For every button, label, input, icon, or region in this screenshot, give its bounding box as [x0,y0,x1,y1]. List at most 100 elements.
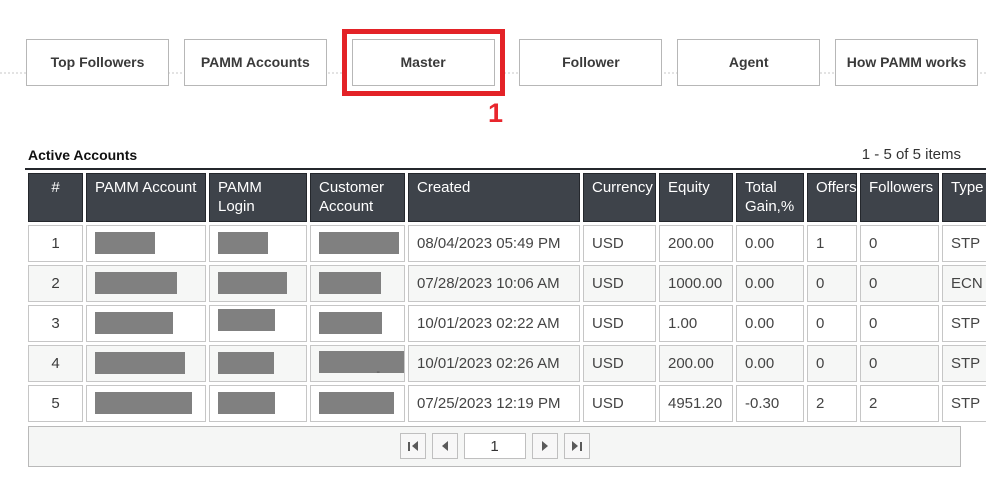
column-header-customer-account: Customer Account [310,173,405,222]
redacted-value [218,272,287,294]
cell-type: ECN [942,265,986,302]
header-row: # PAMM Account PAMM Login Customer Accou… [28,173,986,222]
pamm-tabs-bar: Top Followers PAMM Accounts Master Follo… [26,27,978,97]
tab-top-followers[interactable]: Top Followers [26,39,169,86]
redacted-value [218,392,275,414]
cell-customer-account [310,305,405,342]
cell-equity: 1.00 [659,305,733,342]
next-page-icon [542,441,548,451]
annotation-highlight-box: Master [342,29,505,96]
cell-currency: USD [583,265,656,302]
cell-equity: 200.00 [659,345,733,382]
column-header-followers: Followers [860,173,939,222]
cell-followers: 2 [860,385,939,422]
cell-equity: 4951.20 [659,385,733,422]
first-page-icon [408,442,410,451]
items-counter: 1 - 5 of 5 items [862,146,961,163]
cell-created: 07/25/2023 12:19 PM [408,385,580,422]
redacted-value [95,232,155,254]
cell-customer-account: - [310,345,405,382]
last-page-button[interactable] [564,433,590,459]
cell-currency: USD [583,345,656,382]
tab-pamm-accounts[interactable]: PAMM Accounts [184,39,327,86]
section-heading-row: Active Accounts 1 - 5 of 5 items [28,146,961,163]
cell-row-number: 2 [28,265,83,302]
cell-customer-account [310,385,405,422]
tab-follower[interactable]: Follower [519,39,662,86]
cell-pamm-login [209,265,307,302]
cell-offers: 2 [807,385,857,422]
active-accounts-table: # PAMM Account PAMM Login Customer Accou… [25,168,986,425]
cell-created: 08/04/2023 05:49 PM [408,225,580,262]
cell-currency: USD [583,385,656,422]
redacted-value [95,352,185,374]
table-row: 5 07/25/2023 12:19 PM USD 4951.20 -0.30 … [28,385,986,422]
table-row: 3 10/01/2023 02:22 AM USD 1.00 0.00 0 0 … [28,305,986,342]
column-header-pamm-account: PAMM Account [86,173,206,222]
section-title: Active Accounts [28,147,137,163]
table-row: 2 07/28/2023 10:06 AM USD 1000.00 0.00 0… [28,265,986,302]
cell-row-number: 1 [28,225,83,262]
cell-created: 10/01/2023 02:22 AM [408,305,580,342]
tab-how-pamm-works[interactable]: How PAMM works [835,39,978,86]
redacted-value [319,272,381,294]
table-row: 4 - 10/01/2023 02:26 AM USD 200.00 0.00 … [28,345,986,382]
redacted-value [218,309,275,331]
redacted-value [319,392,394,414]
cell-pamm-login [209,225,307,262]
redaction-residue: - [319,369,380,375]
table-body: 1 08/04/2023 05:49 PM USD 200.00 0.00 1 … [28,225,986,422]
redacted-value [319,232,399,254]
cell-customer-account [310,265,405,302]
cell-pamm-login [209,345,307,382]
previous-page-icon [442,441,448,451]
column-header-offers: Offers [807,173,857,222]
cell-currency: USD [583,225,656,262]
cell-followers: 0 [860,345,939,382]
column-header-type: Type [942,173,986,222]
annotation-step-number: 1 [488,98,503,129]
cell-total-gain: 0.00 [736,265,804,302]
column-header-number: # [28,173,83,222]
cell-customer-account [310,225,405,262]
column-header-total-gain: Total Gain,% [736,173,804,222]
cell-total-gain: 0.00 [736,225,804,262]
tab-agent[interactable]: Agent [677,39,820,86]
pager [400,433,590,459]
redacted-value [95,312,173,334]
redacted-value [218,232,268,254]
cell-pamm-account [86,225,206,262]
page-number-input[interactable] [464,433,526,459]
table-header: # PAMM Account PAMM Login Customer Accou… [28,173,986,222]
cell-equity: 200.00 [659,225,733,262]
cell-offers: 0 [807,305,857,342]
active-accounts-section: Active Accounts 1 - 5 of 5 items # PAMM … [28,146,961,467]
tab-master[interactable]: Master [352,39,495,86]
cell-equity: 1000.00 [659,265,733,302]
cell-pamm-login [209,305,307,342]
cell-pamm-account [86,345,206,382]
cell-offers: 1 [807,225,857,262]
redacted-value [95,272,177,294]
redacted-value [95,392,192,414]
cell-total-gain: 0.00 [736,305,804,342]
cell-offers: 0 [807,265,857,302]
cell-row-number: 4 [28,345,83,382]
previous-page-button[interactable] [432,433,458,459]
cell-followers: 0 [860,225,939,262]
cell-row-number: 3 [28,305,83,342]
cell-type: STP [942,305,986,342]
column-header-equity: Equity [659,173,733,222]
last-page-icon [572,441,578,451]
next-page-button[interactable] [532,433,558,459]
first-page-button[interactable] [400,433,426,459]
redacted-value [218,352,274,374]
cell-total-gain: -0.30 [736,385,804,422]
cell-total-gain: 0.00 [736,345,804,382]
column-header-currency: Currency [583,173,656,222]
cell-pamm-account [86,385,206,422]
cell-offers: 0 [807,345,857,382]
cell-currency: USD [583,305,656,342]
cell-created: 07/28/2023 10:06 AM [408,265,580,302]
cell-followers: 0 [860,305,939,342]
